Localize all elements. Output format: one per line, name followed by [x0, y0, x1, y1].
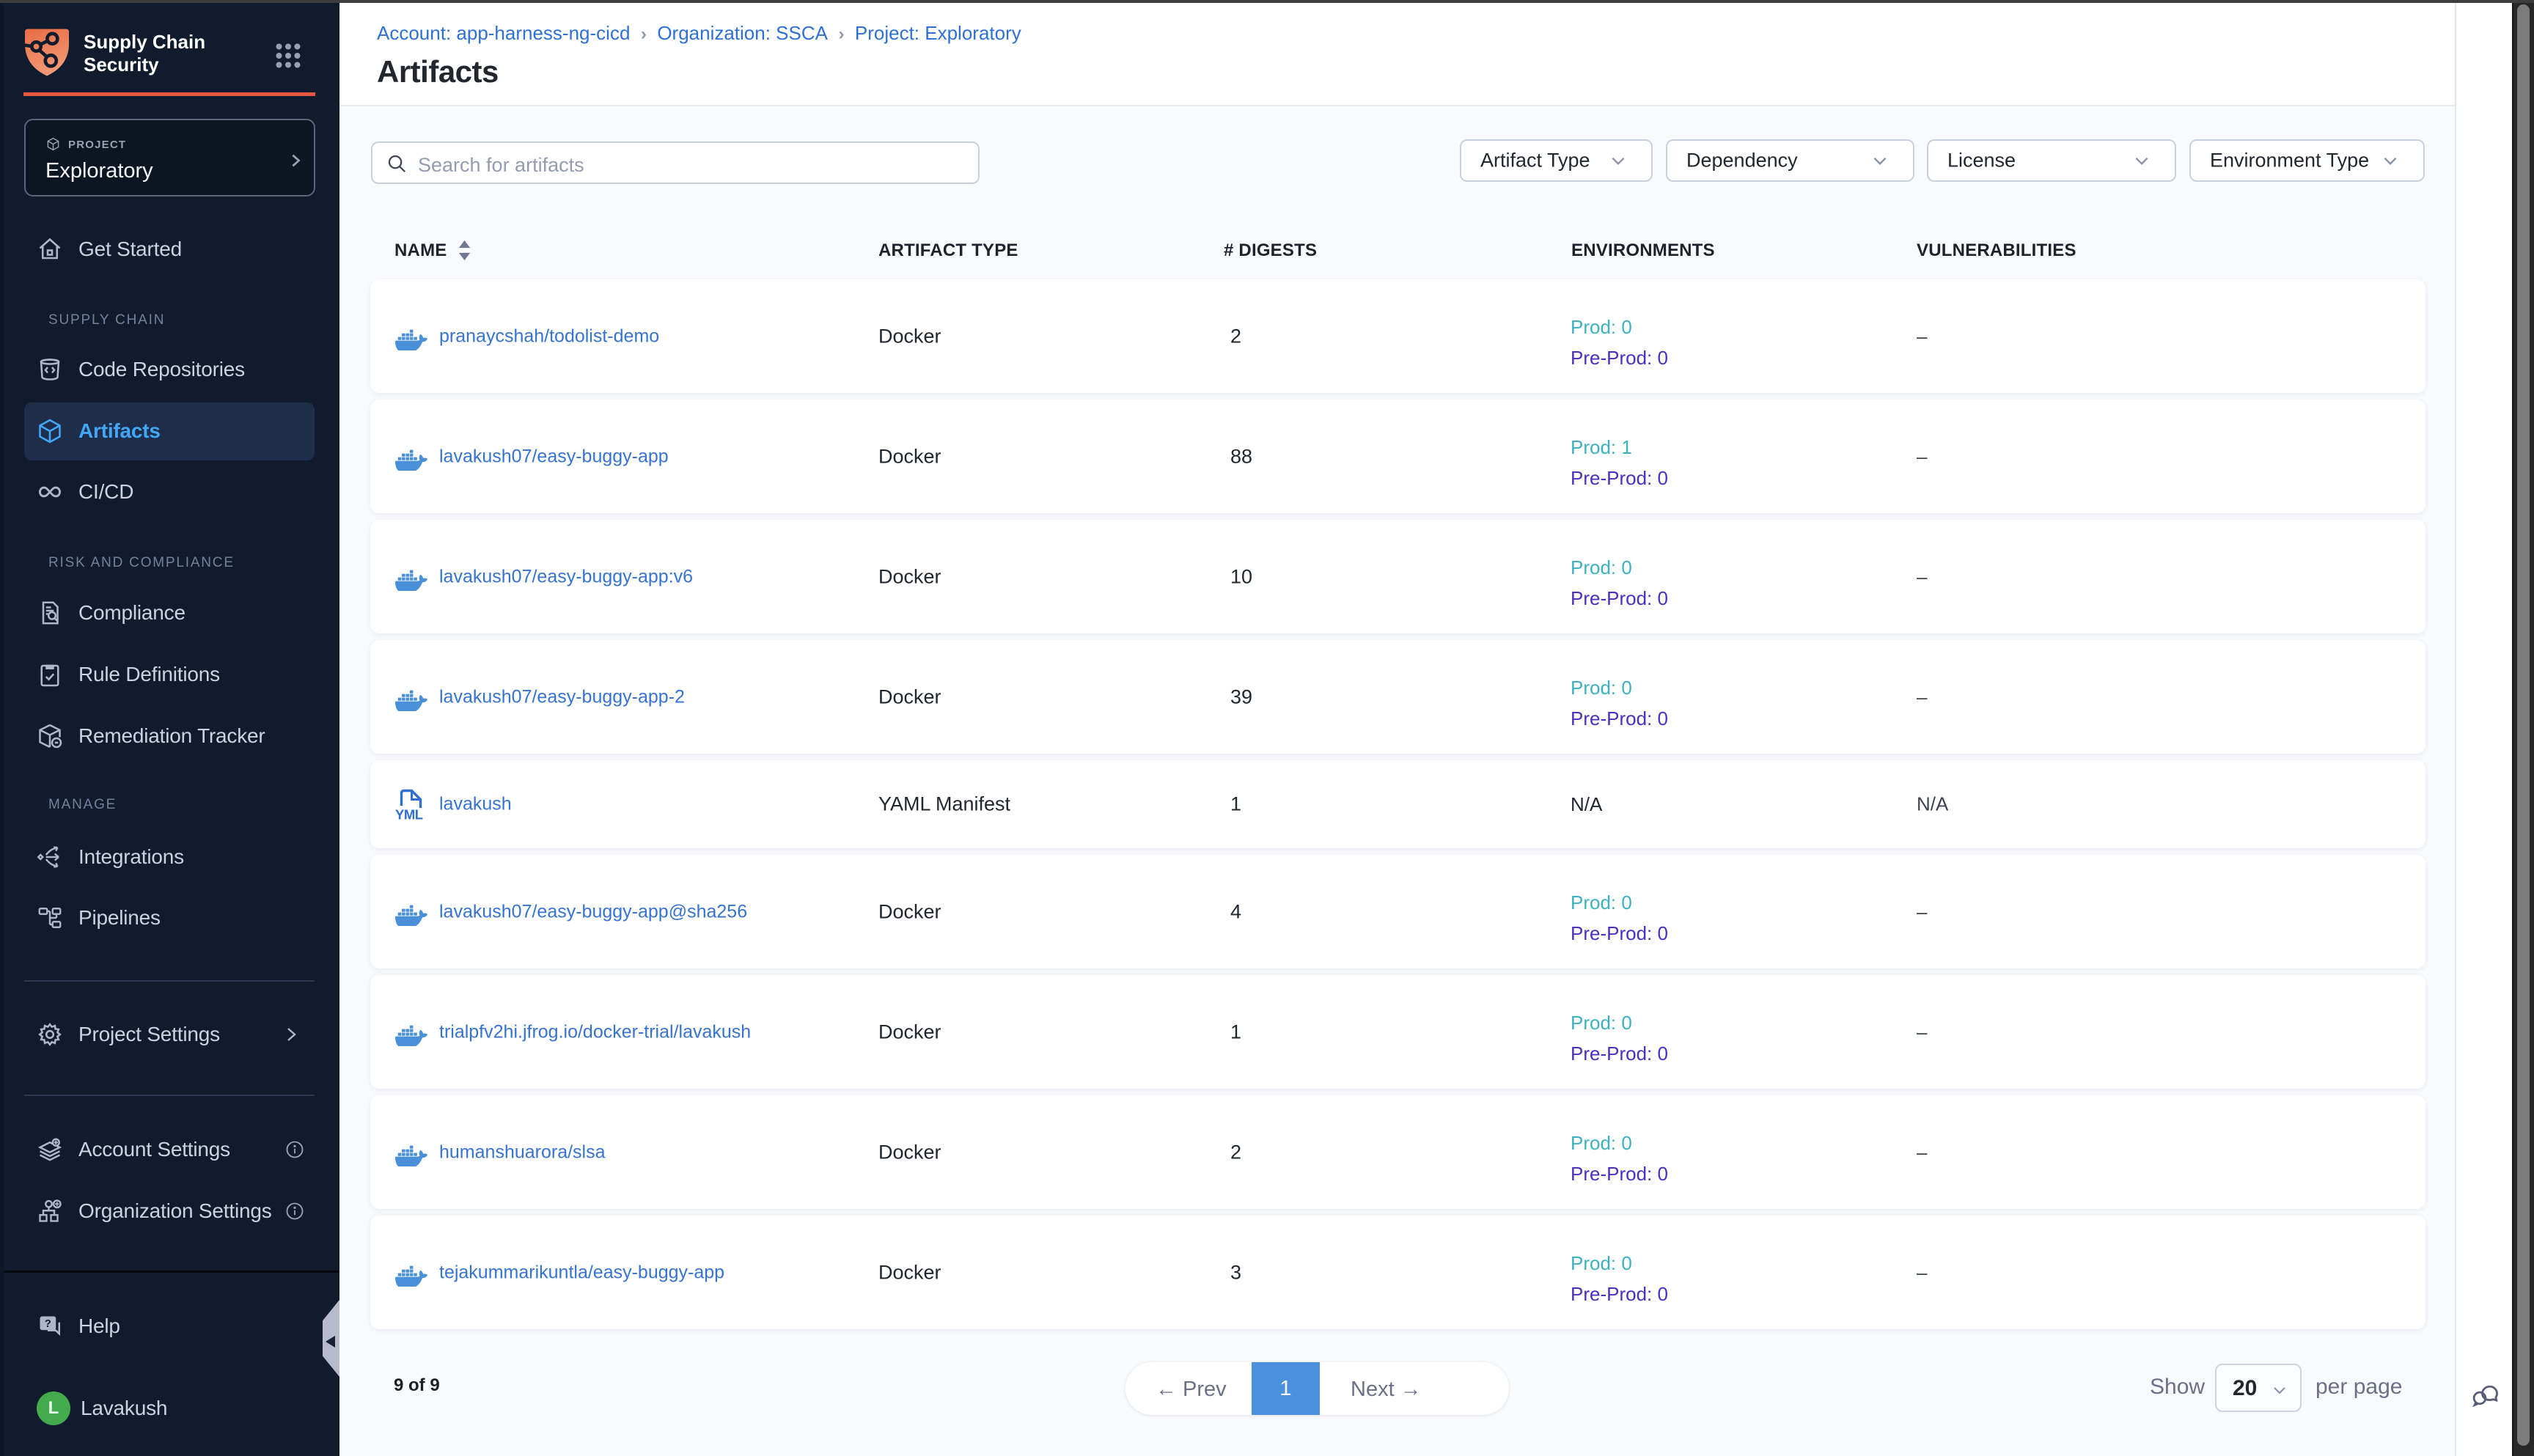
- svg-text:YML: YML: [395, 807, 423, 822]
- svg-text:?: ?: [45, 1317, 51, 1330]
